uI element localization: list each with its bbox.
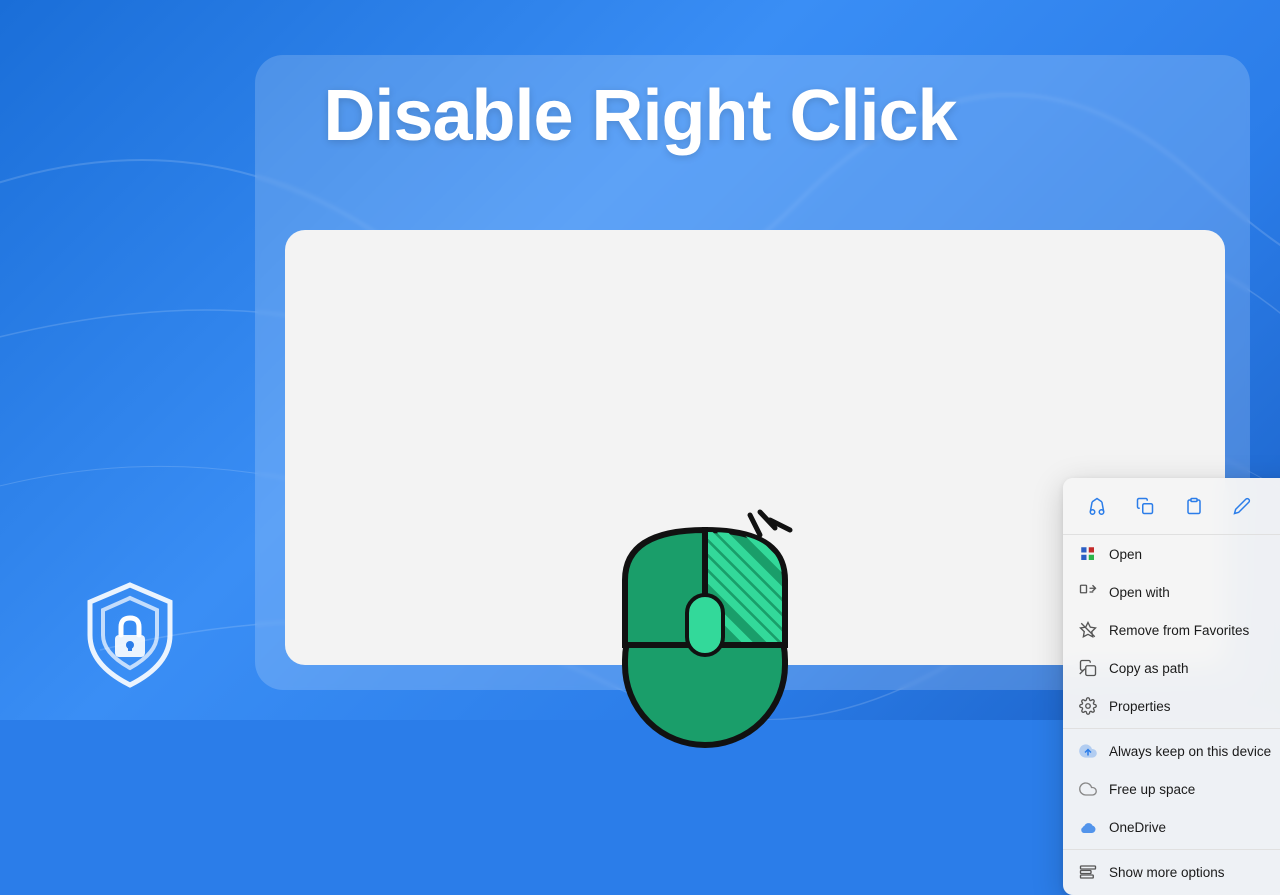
onedrive-icon: [1077, 816, 1099, 838]
menu-item-remove-favorites[interactable]: Remove from Favorites: [1063, 611, 1280, 649]
open-with-label: Open with: [1109, 585, 1280, 600]
more-options-label: Show more options: [1109, 865, 1280, 880]
menu-item-more-options[interactable]: Show more options Shift+F10: [1063, 853, 1280, 891]
open-with-icon: [1077, 581, 1099, 603]
copy-path-label: Copy as path: [1109, 661, 1280, 676]
context-menu: Open Enter Open with › Remove from F: [1063, 478, 1280, 895]
menu-item-free-space[interactable]: Free up space: [1063, 770, 1280, 808]
menu-item-copy-path[interactable]: Copy as path: [1063, 649, 1280, 687]
divider-2: [1063, 849, 1280, 850]
menu-item-keep-device[interactable]: Always keep on this device: [1063, 732, 1280, 770]
divider-1: [1063, 728, 1280, 729]
free-space-icon: [1077, 778, 1099, 800]
copy-button[interactable]: [1127, 488, 1163, 524]
shield-lock-icon: [75, 580, 185, 690]
open-label: Open: [1109, 547, 1280, 562]
menu-item-open-with[interactable]: Open with ›: [1063, 573, 1280, 611]
onedrive-label: OneDrive: [1109, 820, 1280, 835]
menu-item-properties[interactable]: Properties Alt+Enter: [1063, 687, 1280, 725]
rename-button[interactable]: [1224, 488, 1260, 524]
properties-label: Properties: [1109, 699, 1280, 714]
menu-icon-row: [1063, 482, 1280, 535]
keep-device-icon: [1077, 740, 1099, 762]
page-title: Disable Right Click: [0, 75, 1280, 157]
open-icon: [1077, 543, 1099, 565]
copy-path-icon: [1077, 657, 1099, 679]
cut-button[interactable]: [1079, 488, 1115, 524]
content-area: Open Enter Open with › Remove from F: [285, 230, 1225, 665]
mouse-illustration: [605, 500, 805, 770]
menu-item-open[interactable]: Open Enter: [1063, 535, 1280, 573]
remove-favorites-label: Remove from Favorites: [1109, 623, 1280, 638]
keep-device-label: Always keep on this device: [1109, 744, 1280, 759]
paste-button[interactable]: [1176, 488, 1212, 524]
share-button[interactable]: [1272, 488, 1280, 524]
star-icon: [1077, 619, 1099, 641]
properties-icon: [1077, 695, 1099, 717]
menu-item-onedrive[interactable]: OneDrive ›: [1063, 808, 1280, 846]
more-options-icon: [1077, 861, 1099, 883]
free-space-label: Free up space: [1109, 782, 1280, 797]
